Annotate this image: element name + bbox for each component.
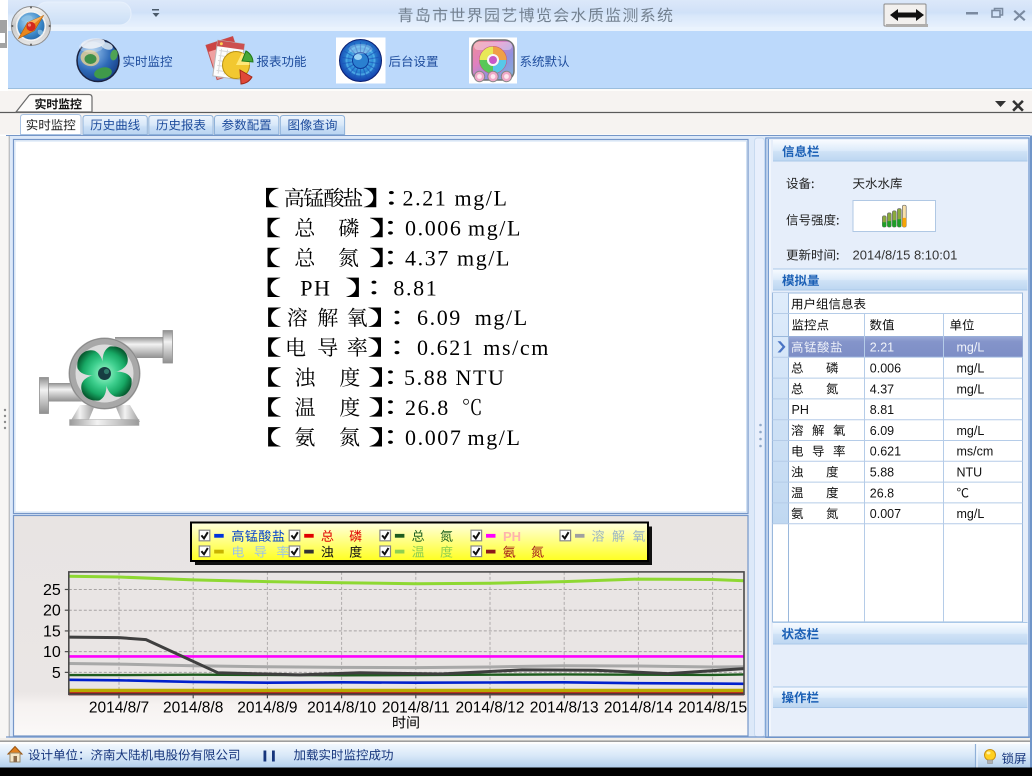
svg-text:2014/8/11: 2014/8/11 <box>382 700 450 717</box>
svg-text:2014/8/15: 2014/8/15 <box>678 700 747 717</box>
svg-text:mg/L: mg/L <box>957 507 985 521</box>
svg-text:4.37: 4.37 <box>870 382 894 396</box>
svg-text:mg/L: mg/L <box>957 341 985 355</box>
svg-text:0.006: 0.006 <box>870 362 901 376</box>
svg-text:PH: PH <box>300 275 331 300</box>
svg-text:10: 10 <box>43 644 61 661</box>
svg-text:mg/L: mg/L <box>468 425 522 450</box>
svg-text:0.006: 0.006 <box>405 216 463 241</box>
svg-text:5.88: 5.88 <box>404 365 449 390</box>
svg-text:0.621: 0.621 <box>870 445 901 459</box>
svg-text:mg/L: mg/L <box>475 305 529 330</box>
svg-text:5.88: 5.88 <box>870 466 894 480</box>
svg-text:6.09: 6.09 <box>417 305 462 330</box>
svg-text:2014/8/9: 2014/8/9 <box>237 700 297 717</box>
svg-text:6.09: 6.09 <box>870 424 894 438</box>
svg-text:0.007: 0.007 <box>405 425 463 450</box>
svg-text:2014/8/14: 2014/8/14 <box>604 700 673 717</box>
svg-text:15: 15 <box>43 623 61 640</box>
svg-text:8.81: 8.81 <box>870 403 894 417</box>
svg-text:0.621: 0.621 <box>417 335 475 360</box>
svg-text:2014/8/10: 2014/8/10 <box>307 700 376 717</box>
svg-text:NTU: NTU <box>957 466 983 480</box>
svg-text:mg/L: mg/L <box>957 382 985 396</box>
svg-text:mg/L: mg/L <box>957 362 985 376</box>
svg-text:NTU: NTU <box>456 365 506 390</box>
svg-text:26.8: 26.8 <box>405 395 450 420</box>
svg-text:mg/L: mg/L <box>457 245 511 270</box>
svg-text:mg/L: mg/L <box>468 216 522 241</box>
svg-text:2.21: 2.21 <box>870 341 894 355</box>
svg-text:2014/8/7: 2014/8/7 <box>89 700 149 717</box>
svg-text:20: 20 <box>43 603 61 620</box>
svg-text:26.8: 26.8 <box>870 486 894 500</box>
svg-text:2014/8/8: 2014/8/8 <box>163 700 223 717</box>
svg-text:PH: PH <box>792 403 809 417</box>
svg-text:2014/8/13: 2014/8/13 <box>530 700 599 717</box>
svg-text:5: 5 <box>52 665 61 682</box>
svg-text:mg/L: mg/L <box>455 186 509 211</box>
svg-text:ms/cm: ms/cm <box>483 335 550 360</box>
svg-text:mg/L: mg/L <box>957 424 985 438</box>
svg-text:0.007: 0.007 <box>870 507 901 521</box>
svg-text:8.81: 8.81 <box>393 275 438 300</box>
svg-text:2014/8/12: 2014/8/12 <box>456 700 525 717</box>
svg-text:4.37: 4.37 <box>405 245 450 270</box>
svg-text:ms/cm: ms/cm <box>957 445 994 459</box>
svg-text:25: 25 <box>43 582 61 599</box>
svg-text:2.21: 2.21 <box>403 186 448 211</box>
svg-text:2014/8/15 8:10:01: 2014/8/15 8:10:01 <box>853 248 958 263</box>
svg-text:PH: PH <box>503 529 521 544</box>
